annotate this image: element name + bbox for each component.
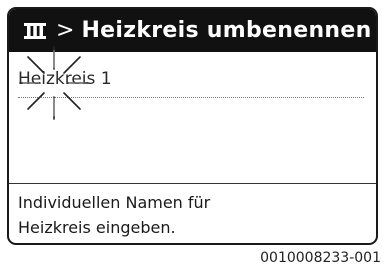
title-bar: > Heizkreis umbenennen (9, 9, 376, 52)
help-text-line-2: Heizkreis eingeben. (18, 218, 176, 237)
figure-caption-code: 0010008233-001 (260, 250, 381, 266)
heating-circuit-icon (17, 9, 53, 52)
breadcrumb-separator: > (56, 17, 75, 43)
help-text: Individuellen Namen für Heizkreis eingeb… (18, 190, 366, 240)
page-title: Heizkreis umbenennen (81, 18, 372, 43)
name-input-value: Heizkreis 1 (18, 69, 112, 89)
help-text-line-1: Individuellen Namen für (18, 193, 211, 212)
help-divider (9, 183, 376, 184)
name-input-field[interactable]: Heizkreis 1 (18, 46, 364, 120)
display-screen: > Heizkreis umbenennen Heizkreis 1 Indiv… (7, 7, 378, 245)
